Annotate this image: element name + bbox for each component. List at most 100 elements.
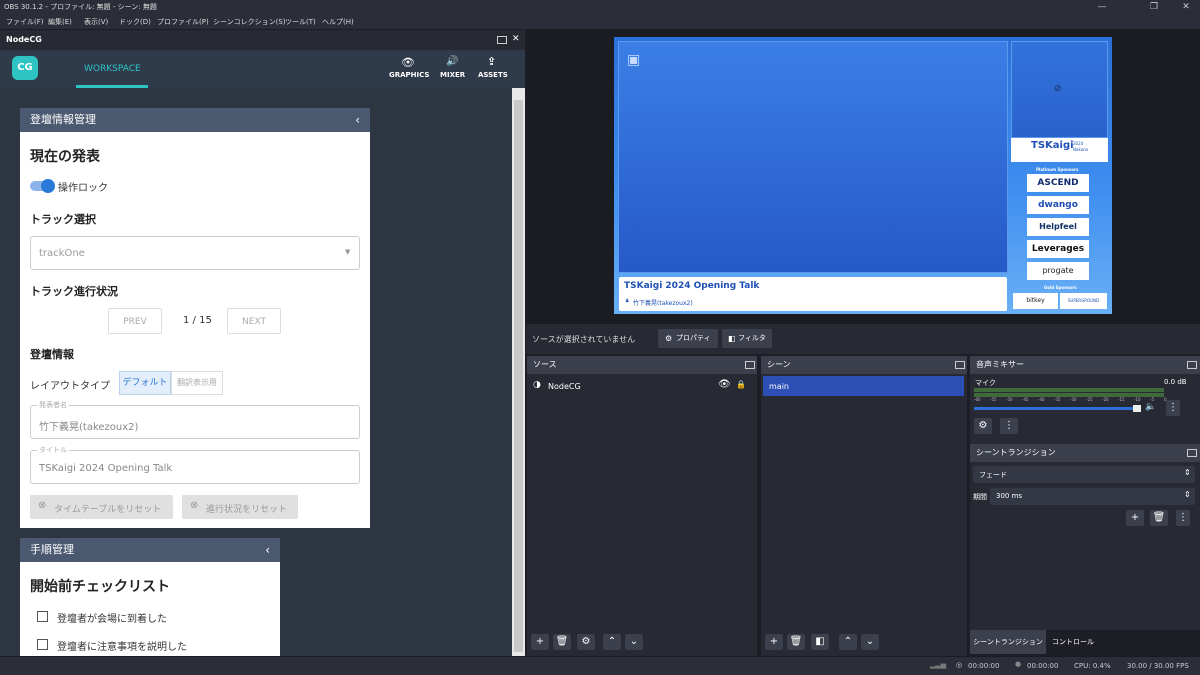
program-preview[interactable]: ▣ ⊘ TSKaigi 2024 Nakano #TSKaigi2024 #TS…	[614, 37, 1112, 314]
mute-speaker-icon[interactable]: 🔈	[1145, 402, 1156, 412]
scene-name: main	[769, 382, 789, 391]
lock-icon[interactable]: 🔒	[736, 380, 746, 389]
tab-graphics[interactable]: GRAPHICS	[389, 71, 429, 79]
scene-item[interactable]: main	[763, 376, 964, 396]
stream-icon: ◎	[956, 661, 963, 669]
fps-readout: 30.00 / 30.00 FPS	[1127, 662, 1189, 670]
dock-close-icon[interactable]: ✕	[512, 34, 520, 44]
collapse-icon[interactable]: ‹	[265, 538, 270, 562]
sources-dock: ソース ◑ NodeCG 👁 🔒 + 🗑 ⚙ ⌃ ⌄	[527, 356, 757, 656]
properties-button[interactable]: ⚙ プロパティ	[658, 329, 718, 348]
meter-scale: -60 -55 -50 -45 -40 -35 -30 -25 -20 -15 …	[974, 397, 1167, 402]
remove-transition-trash-icon[interactable]: 🗑	[1150, 510, 1168, 526]
panel-header: 手順管理 ‹	[20, 538, 280, 562]
mixer-menu-dots-icon[interactable]: ⋮	[1166, 400, 1180, 416]
layout-default-button[interactable]: デフォルト	[119, 371, 171, 395]
transition-more-dots-icon[interactable]: ⋮	[1176, 510, 1190, 526]
reset-timetable-button[interactable]: ⊗ タイムテーブルをリセット	[30, 495, 173, 519]
tab-controls[interactable]: コントロール	[1048, 630, 1098, 654]
menu-view[interactable]: 表示(V)	[84, 17, 108, 27]
menu-scene-collection[interactable]: シーンコレクション(S)	[213, 17, 286, 27]
tab-workspace[interactable]: WORKSPACE	[84, 64, 141, 74]
source-item[interactable]: ◑ NodeCG 👁 🔒	[527, 376, 757, 396]
move-up-chevron-icon[interactable]: ⌃	[839, 634, 857, 650]
reset-timetable-label: タイムテーブルをリセット	[54, 505, 162, 515]
reset-progress-button[interactable]: ⊗ 進行状況をリセット	[182, 495, 298, 519]
checklist-checkbox[interactable]	[37, 611, 48, 622]
scrollbar-thumb[interactable]	[514, 100, 523, 652]
transition-select[interactable]: フェード ⇕	[973, 466, 1195, 483]
menu-dock[interactable]: ドック(D)	[119, 17, 151, 27]
move-up-chevron-icon[interactable]: ⌃	[603, 634, 621, 650]
add-scene-button[interactable]: +	[765, 634, 783, 650]
menu-tools[interactable]: ツール(T)	[285, 17, 316, 27]
tab-assets[interactable]: ASSETS	[478, 71, 508, 79]
talk-title-field[interactable]: タイトル TSKaigi 2024 Opening Talk	[30, 445, 360, 484]
filters-button[interactable]: ◧ フィルタ	[722, 329, 772, 348]
volume-slider[interactable]	[974, 407, 1140, 410]
add-source-button[interactable]: +	[531, 634, 549, 650]
close-button[interactable]: ✕	[1172, 0, 1200, 14]
collapse-icon[interactable]: ‹	[355, 108, 360, 132]
layout-translate-button[interactable]: 翻訳表示用	[171, 371, 223, 395]
reset-progress-label: 進行状況をリセット	[206, 505, 288, 515]
speaker-camera-frame: ⊘	[1011, 41, 1108, 138]
remove-scene-trash-icon[interactable]: 🗑	[787, 634, 805, 650]
transitions-body: フェード ⇕ 期間 300 ms ⇕ + 🗑 ⋮	[970, 462, 1200, 630]
undock-icon[interactable]	[1187, 361, 1197, 369]
undock-icon[interactable]	[1187, 449, 1197, 457]
camera-frame: ▣	[618, 41, 1008, 273]
lock-label: 操作ロック	[58, 183, 108, 194]
speaker-name-field[interactable]: 発表者名 竹下義晃(takezoux2)	[30, 400, 360, 439]
checklist-heading: 開始前チェックリスト	[30, 579, 170, 595]
source-name: NodeCG	[548, 382, 581, 391]
panel-header: 登壇情報管理 ‹	[20, 108, 370, 132]
menu-help[interactable]: ヘルプ(H)	[322, 17, 354, 27]
visibility-eye-icon[interactable]: 👁	[718, 379, 731, 390]
prev-button[interactable]: PREV	[108, 308, 162, 334]
checklist-checkbox[interactable]	[37, 639, 48, 650]
level-meter	[974, 388, 1164, 392]
nodecg-workspace: 登壇情報管理 ‹ 現在の発表 操作ロック トラック選択 trackOne ▼ ト…	[0, 88, 512, 656]
source-settings-gear-icon[interactable]: ⚙	[577, 634, 595, 650]
menu-file[interactable]: ファイル(F)	[6, 17, 44, 27]
transitions-title: シーントランジション	[970, 444, 1200, 462]
remove-source-trash-icon[interactable]: 🗑	[553, 634, 571, 650]
scene-filter-icon[interactable]: ◧	[811, 634, 829, 650]
undock-icon[interactable]	[497, 36, 507, 44]
nodecg-dock-header: NodeCG ✕	[0, 30, 525, 50]
scenes-list: main + 🗑 ◧ ⌃ ⌄	[761, 374, 967, 656]
move-down-chevron-icon[interactable]: ⌄	[625, 634, 643, 650]
menu-edit[interactable]: 編集(E)	[48, 17, 72, 27]
sponsor-logo: dwango	[1027, 196, 1089, 214]
duration-input[interactable]: 300 ms ⇕	[990, 488, 1195, 505]
sponsor-logo: ASCEND	[1027, 174, 1089, 192]
undock-icon[interactable]	[745, 361, 755, 369]
add-transition-button[interactable]: +	[1126, 510, 1144, 526]
talk-title-label: タイトル	[37, 445, 69, 455]
track-select[interactable]: trackOne ▼	[30, 236, 360, 270]
panel-speaker-info: 登壇情報管理 ‹ 現在の発表 操作ロック トラック選択 trackOne ▼ ト…	[20, 108, 370, 528]
browser-source-icon: ◑	[533, 380, 541, 390]
speaker-info-heading: 登壇情報	[30, 348, 74, 361]
volume-slider-handle[interactable]	[1133, 405, 1141, 412]
maximize-button[interactable]: ❐	[1140, 0, 1168, 14]
mixer-more-dots-icon[interactable]: ⋮	[1000, 418, 1018, 434]
tab-scene-transitions[interactable]: シーントランジション	[970, 630, 1046, 654]
move-down-chevron-icon[interactable]: ⌄	[861, 634, 879, 650]
status-bar: ▂▃▅ ◎ 00:00:00 ● 00:00:00 CPU: 0.4% 30.0…	[0, 656, 1200, 675]
next-button[interactable]: NEXT	[227, 308, 281, 334]
cpu-usage: CPU: 0.4%	[1074, 662, 1111, 670]
advanced-audio-gear-icon[interactable]: ⚙	[974, 418, 992, 434]
lock-toggle[interactable]	[30, 179, 55, 193]
track-progress-heading: トラック進行状況	[30, 285, 118, 298]
tab-mixer[interactable]: MIXER	[440, 71, 465, 79]
current-talk-heading: 現在の発表	[30, 149, 100, 165]
dock-title: NodeCG	[6, 35, 42, 44]
menu-profile[interactable]: プロファイル(P)	[157, 17, 209, 27]
gold-sponsor-logo: bitkey	[1013, 293, 1058, 309]
checklist-item: 登壇者が会場に到着した	[57, 614, 167, 625]
minimize-button[interactable]: —	[1088, 0, 1116, 14]
undock-icon[interactable]	[955, 361, 965, 369]
nodecg-logo-icon: CG	[12, 56, 38, 80]
